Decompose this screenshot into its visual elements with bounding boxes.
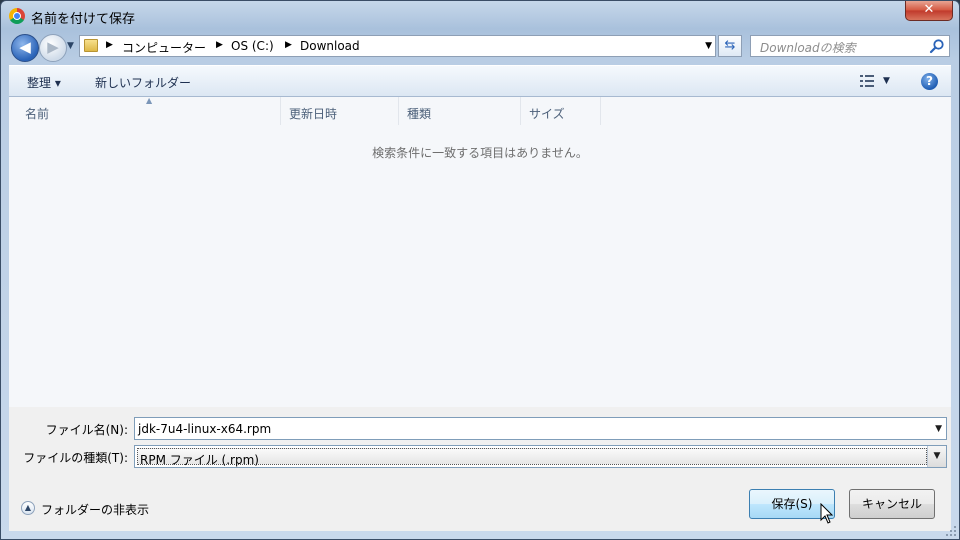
view-dropdown-icon[interactable]: ▼ xyxy=(883,76,890,86)
column-header-size[interactable]: サイズ xyxy=(521,97,601,125)
filename-field[interactable]: jdk-7u4-linux-x64.rpm ▼ xyxy=(134,417,947,440)
command-bar: 整理 ▾ 新しいフォルダー ▼ ? xyxy=(9,65,951,97)
search-input[interactable]: Downloadの検索 xyxy=(750,35,950,57)
title-bar[interactable]: 名前を付けて保存 ✕ xyxy=(1,1,959,31)
hide-folders-label: フォルダーの非表示 xyxy=(41,503,150,517)
address-bar[interactable]: ▶ コンピューター ▶ OS (C:) ▶ Download ▼ xyxy=(79,35,716,57)
filename-label: ファイル名(N): xyxy=(45,423,128,437)
new-folder-button[interactable]: 新しいフォルダー xyxy=(95,74,191,91)
mouse-cursor-icon xyxy=(820,503,834,524)
save-as-dialog: 名前を付けて保存 ✕ ◀ ▶ ▼ ▶ コンピューター ▶ OS (C:) ▶ D… xyxy=(0,0,960,540)
collapse-up-icon: ▲ xyxy=(21,501,35,515)
filetype-value: RPM ファイル (.rpm) xyxy=(140,453,259,467)
breadcrumb-computer[interactable]: コンピューター xyxy=(122,39,206,56)
empty-list-message: 検索条件に一致する項目はありません。 xyxy=(372,146,588,160)
chevron-right-icon[interactable]: ▶ xyxy=(106,40,113,50)
file-list[interactable]: ▲ 名前 更新日時 種類 サイズ 検索条件に一致する項目はありません。 xyxy=(9,96,951,407)
resize-grip-icon[interactable] xyxy=(946,526,956,536)
column-label: 更新日時 xyxy=(289,107,338,121)
column-header-modified[interactable]: 更新日時 xyxy=(281,97,399,125)
help-icon[interactable]: ? xyxy=(921,73,938,90)
dialog-title: 名前を付けて保存 xyxy=(31,12,136,27)
column-header-name[interactable]: ▲ 名前 xyxy=(9,96,281,125)
breadcrumb-drive[interactable]: OS (C:) xyxy=(231,39,274,53)
column-label: 種類 xyxy=(407,107,432,121)
arrow-right-icon: ▶ xyxy=(47,38,59,56)
organize-menu[interactable]: 整理 ▾ xyxy=(27,74,61,91)
cancel-button[interactable]: キャンセル xyxy=(849,489,935,519)
sort-ascending-icon: ▲ xyxy=(146,96,153,105)
recent-pages-button[interactable]: ▼ xyxy=(67,41,74,51)
address-dropdown-icon[interactable]: ▼ xyxy=(705,41,712,51)
column-label: 名前 xyxy=(25,107,50,121)
filetype-dropdown-button[interactable]: ▼ xyxy=(927,446,946,467)
chevron-right-icon[interactable]: ▶ xyxy=(285,40,292,50)
refresh-icon: ⇆ xyxy=(724,38,736,53)
column-label: サイズ xyxy=(529,107,565,121)
chevron-down-icon: ▼ xyxy=(67,41,74,51)
arrow-left-icon: ◀ xyxy=(19,38,31,56)
forward-button[interactable]: ▶ xyxy=(39,34,67,62)
breadcrumb-download[interactable]: Download xyxy=(300,39,360,53)
column-header-type[interactable]: 種類 xyxy=(399,97,521,125)
refresh-button[interactable]: ⇆ xyxy=(718,35,742,57)
folder-icon xyxy=(84,39,98,52)
view-options-icon[interactable] xyxy=(860,75,874,87)
search-placeholder: Downloadの検索 xyxy=(760,41,856,55)
filetype-select[interactable]: RPM ファイル (.rpm) ▼ xyxy=(134,445,947,468)
chrome-icon xyxy=(9,8,25,24)
chevron-right-icon[interactable]: ▶ xyxy=(216,40,223,50)
filetype-label: ファイルの種類(T): xyxy=(23,451,128,465)
back-button[interactable]: ◀ xyxy=(11,34,39,62)
filename-value: jdk-7u4-linux-x64.rpm xyxy=(138,422,272,436)
chevron-down-icon: ▼ xyxy=(933,451,941,461)
filetype-selected: RPM ファイル (.rpm) xyxy=(137,448,927,467)
search-icon[interactable] xyxy=(929,38,945,54)
close-button[interactable]: ✕ xyxy=(905,1,953,21)
save-options-panel: ファイル名(N): jdk-7u4-linux-x64.rpm ▼ ファイルの種… xyxy=(9,407,951,531)
filename-dropdown-icon[interactable]: ▼ xyxy=(935,424,942,434)
